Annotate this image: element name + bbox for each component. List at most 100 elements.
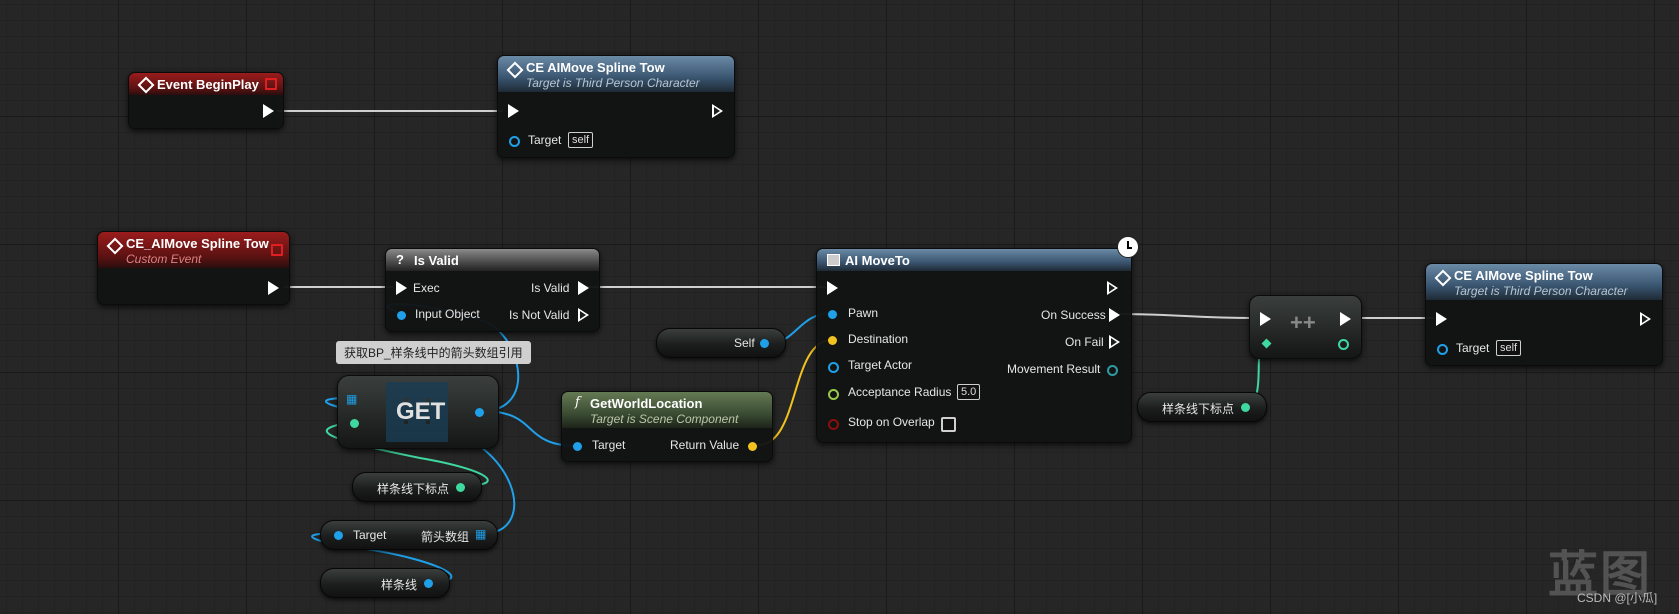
stop-on-overlap-label: Stop on Overlap — [848, 415, 935, 429]
increment-node[interactable]: ++ — [1249, 295, 1362, 359]
arrow-array-label: 箭头数组 — [421, 530, 470, 544]
stop-on-overlap-pin[interactable] — [828, 419, 839, 430]
node-subtitle: Target is Scene Component — [590, 412, 739, 426]
input-object-pin[interactable] — [397, 311, 406, 320]
target-label: Target — [1456, 341, 1490, 355]
node-subtitle: Custom Event — [126, 252, 202, 266]
delegate-pin-icon[interactable] — [265, 78, 277, 90]
item-out-pin[interactable] — [475, 408, 484, 417]
destination-label: Destination — [848, 332, 909, 346]
target-value[interactable]: self — [568, 132, 594, 148]
author-credit: CSDN @[小瓜] — [1577, 591, 1658, 605]
on-success-label: On Success — [1041, 308, 1106, 322]
exec-out-pin[interactable] — [1640, 312, 1651, 326]
node-header: f GetWorldLocation Target is Scene Compo… — [562, 392, 772, 428]
exec-out-pin[interactable] — [268, 281, 279, 295]
exec-in-pin[interactable] — [1260, 312, 1271, 326]
increment-label: ++ — [1290, 310, 1316, 335]
array-in-pin-icon[interactable]: ▦ — [346, 392, 357, 406]
comment-bubble[interactable]: 获取BP_样条线中的箭头数组引用 — [336, 341, 531, 364]
node-title: GetWorldLocation — [590, 396, 703, 411]
return-value-pin[interactable] — [748, 442, 757, 451]
target-pin[interactable] — [573, 442, 582, 451]
is-valid-label: Is Valid — [531, 281, 570, 295]
variable-label: 样条线下标点 — [377, 482, 450, 496]
self-node[interactable]: Self — [656, 328, 786, 358]
event-beginplay-node[interactable]: Event BeginPlay — [128, 72, 284, 129]
return-value-label: Return Value — [670, 438, 740, 452]
exec-out-pin[interactable] — [1340, 312, 1351, 326]
acceptance-radius-value[interactable]: 5.0 — [957, 384, 981, 400]
index-out-pin[interactable] — [1241, 403, 1250, 412]
spline-variable-node[interactable]: 样条线 — [320, 568, 450, 598]
node-title: CE AIMove Spline Tow — [1454, 268, 1593, 283]
event-diamond-icon — [137, 76, 155, 94]
exec-out-pin[interactable] — [712, 104, 723, 118]
node-subtitle: Target is Third Person Character — [526, 76, 700, 90]
acceptance-radius-label: Acceptance Radius — [848, 385, 952, 399]
target-pin[interactable] — [509, 136, 520, 147]
node-header: CE AIMove Spline Tow Target is Third Per… — [1426, 264, 1662, 300]
pawn-pin[interactable] — [828, 310, 837, 319]
on-fail-exec-pin[interactable] — [1109, 335, 1120, 349]
event-diamond-icon — [106, 237, 124, 255]
target-label: Target — [353, 528, 387, 542]
node-header: AI MoveTo — [817, 249, 1131, 271]
target-value[interactable]: self — [1496, 340, 1522, 356]
get-world-location-node[interactable]: f GetWorldLocation Target is Scene Compo… — [561, 391, 773, 462]
target-pin[interactable] — [334, 531, 343, 540]
exec-label: Exec — [413, 281, 440, 295]
variable-label: 样条线 — [381, 578, 418, 592]
node-header: Event BeginPlay — [129, 73, 283, 95]
target-pin[interactable] — [1437, 344, 1448, 355]
node-title: AI MoveTo — [845, 253, 910, 268]
input-object-label: Input Object — [415, 307, 480, 321]
index-in-pin[interactable] — [350, 419, 359, 428]
function-diamond-icon — [1434, 269, 1452, 287]
ce-aimove-call-node-1[interactable]: CE AIMove Spline Tow Target is Third Per… — [497, 55, 735, 158]
comment-text: 获取BP_样条线中的箭头数组引用 — [344, 346, 523, 360]
spline-out-pin[interactable] — [424, 579, 433, 588]
self-out-pin[interactable] — [760, 339, 769, 348]
exec-wire-success — [1114, 313, 1256, 319]
ce-aimove-call-node-2[interactable]: CE AIMove Spline Tow Target is Third Per… — [1425, 263, 1663, 366]
movement-result-pin[interactable] — [1107, 365, 1118, 376]
exec-in-pin[interactable] — [827, 281, 838, 295]
index-variable-node-2[interactable]: 样条线下标点 — [1137, 392, 1267, 422]
index-variable-node-1[interactable]: 样条线下标点 — [352, 472, 482, 502]
is-not-valid-exec-pin[interactable] — [578, 308, 589, 322]
on-success-exec-pin[interactable] — [1109, 308, 1120, 322]
exec-in-pin[interactable] — [1436, 312, 1447, 326]
latent-clock-icon — [1117, 236, 1139, 258]
question-icon: ? — [396, 252, 404, 267]
target-actor-pin[interactable] — [828, 362, 839, 373]
arrow-array-getter-node[interactable]: Target 箭头数组 ▦ — [320, 520, 498, 550]
get-label: GET — [396, 398, 446, 425]
target-label: Target — [528, 133, 562, 147]
function-f-icon: f — [575, 395, 580, 410]
is-valid-exec-pin[interactable] — [578, 281, 589, 295]
exec-in-pin[interactable] — [508, 104, 519, 118]
exec-in-pin[interactable] — [396, 281, 407, 295]
node-header: ? Is Valid — [386, 249, 599, 271]
target-label: Target — [592, 438, 626, 452]
stop-on-overlap-checkbox[interactable] — [941, 417, 956, 432]
ai-moveto-node[interactable]: AI MoveTo Pawn Destination Target Actor … — [816, 248, 1132, 443]
node-header: CE_AIMove Spline Tow Custom Event — [98, 232, 289, 268]
int-ref-in-pin[interactable] — [1261, 338, 1272, 349]
node-title: Is Valid — [414, 253, 459, 268]
exec-out-pin[interactable] — [263, 104, 274, 118]
array-get-node[interactable]: GET ▦ — [337, 375, 499, 449]
delegate-pin-icon[interactable] — [271, 244, 283, 256]
is-not-valid-label: Is Not Valid — [509, 308, 570, 322]
custom-event-node[interactable]: CE_AIMove Spline Tow Custom Event — [97, 231, 290, 305]
index-out-pin[interactable] — [456, 483, 465, 492]
int-out-pin[interactable] — [1338, 339, 1349, 350]
exec-out-pin[interactable] — [1107, 281, 1118, 295]
array-out-pin-icon[interactable]: ▦ — [475, 527, 486, 541]
destination-pin[interactable] — [828, 336, 837, 345]
is-valid-node[interactable]: ? Is Valid Exec Is Valid Input Object Is… — [385, 248, 600, 332]
acceptance-radius-pin[interactable] — [828, 389, 839, 400]
node-subtitle: Target is Third Person Character — [1454, 284, 1628, 298]
on-fail-label: On Fail — [1065, 335, 1104, 349]
